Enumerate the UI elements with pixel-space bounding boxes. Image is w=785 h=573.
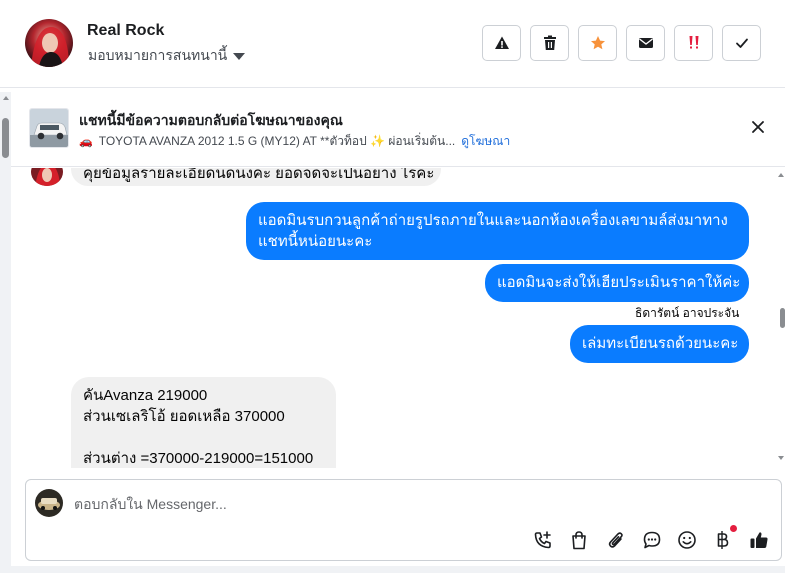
conversation-header: Real Rock มอบหมายการสนทนานี้	[0, 0, 785, 88]
view-ad-link[interactable]: ดูโฆษณา	[461, 132, 510, 151]
follow-up-icon	[689, 36, 698, 49]
star-icon	[590, 36, 605, 50]
message-outgoing[interactable]: เล่มทะเบียนรถด้วยนะคะ	[570, 325, 749, 363]
delete-button[interactable]	[530, 25, 569, 61]
page-bottom-edge	[0, 566, 785, 573]
ad-text: TOYOTA AVANZA 2012 1.5 G (MY12) AT **ตัว…	[98, 134, 456, 148]
scrollbar-thumb[interactable]	[2, 118, 9, 158]
message-outgoing[interactable]: แอดมินรบกวนลูกค้าถ่ายรูปรถภายในและนอกห้อ…	[246, 202, 749, 260]
star-button[interactable]	[578, 25, 617, 61]
message-incoming[interactable]: คันAvanza 219000 ส่วนเซเลริโอ้ ยอดเหลือ …	[71, 377, 336, 468]
scrollbar-thumb[interactable]	[780, 308, 785, 328]
assign-label: มอบหมายการสนทนานี้	[88, 47, 228, 63]
saved-reply-icon	[643, 531, 661, 549]
contact-avatar-small	[31, 168, 63, 186]
check-icon	[735, 38, 748, 48]
trash-icon	[543, 35, 556, 50]
close-icon[interactable]	[750, 119, 766, 135]
contact-avatar[interactable]	[25, 19, 73, 67]
message-outgoing[interactable]: แอดมินจะส่งให้เฮียประเมินราคาให้ค่ะ	[485, 264, 749, 302]
warning-icon	[494, 36, 509, 49]
follow-up-button[interactable]	[674, 25, 713, 61]
thumbs-up-icon	[750, 532, 768, 548]
contact-name[interactable]: Real Rock	[87, 22, 164, 40]
scroll-up-arrow-icon[interactable]	[3, 96, 9, 100]
call-add-button[interactable]	[531, 528, 555, 552]
call-add-icon	[534, 531, 551, 549]
ad-banner-subtitle: 🚗 TOYOTA AVANZA 2012 1.5 G (MY12) AT **ต…	[79, 132, 510, 151]
attach-button[interactable]	[604, 528, 628, 552]
message-thread[interactable]: คุยข้อมูลรายละเอียดนดนงคะ ยอดจดจะเปนอยาง…	[11, 168, 777, 468]
reply-composer	[25, 479, 782, 561]
saved-reply-button[interactable]	[640, 528, 664, 552]
baht-icon	[717, 531, 729, 549]
report-button[interactable]	[482, 25, 521, 61]
ad-banner-title: แชทนี้มีข้อความตอบกลับต่อโฆษณาของคุณ	[79, 112, 343, 128]
sender-name: ธิดารัตน์ อาจประจัน	[635, 306, 740, 320]
caret-down-icon	[233, 53, 246, 60]
ad-reply-banner: แชทนี้มีข้อความตอบกลับต่อโฆษณาของคุณ 🚗 T…	[11, 92, 785, 167]
paperclip-icon	[608, 532, 623, 548]
shopping-bag-icon	[572, 531, 586, 550]
thread-scrollbar[interactable]	[777, 168, 785, 468]
scroll-down-arrow-icon[interactable]	[778, 456, 784, 460]
reply-input[interactable]	[74, 492, 764, 516]
like-button[interactable]	[747, 528, 771, 552]
mark-unread-button[interactable]	[626, 25, 665, 61]
page-scrollbar[interactable]	[0, 92, 11, 570]
ad-thumbnail[interactable]	[29, 108, 69, 148]
mark-done-button[interactable]	[722, 25, 761, 61]
envelope-icon	[638, 38, 653, 48]
scroll-up-arrow-icon[interactable]	[778, 173, 784, 177]
message-incoming-partial[interactable]: คุยข้อมูลรายละเอียดนดนงคะ ยอดจดจะเปนอยาง…	[71, 168, 441, 186]
page-avatar	[35, 489, 63, 517]
notification-dot	[730, 525, 737, 532]
emoji-icon	[678, 531, 696, 549]
emoji-button[interactable]	[675, 528, 699, 552]
assign-conversation-dropdown[interactable]: มอบหมายการสนทนานี้	[88, 45, 246, 67]
shop-button[interactable]	[567, 528, 591, 552]
car-icon: 🚗	[79, 136, 93, 148]
